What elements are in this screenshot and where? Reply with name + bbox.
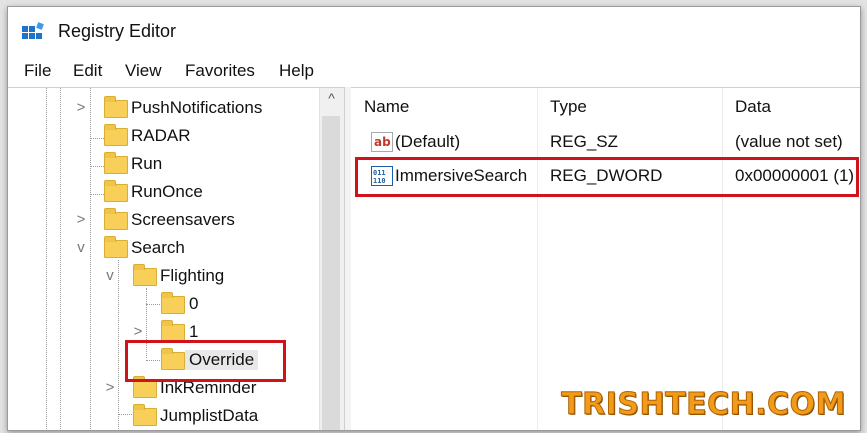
tree-item-label: 1 <box>189 322 199 341</box>
tree-item-radar[interactable]: RADAR <box>8 124 319 151</box>
column-header-name[interactable]: Name <box>351 88 537 126</box>
folder-icon <box>104 180 128 202</box>
expand-arrow-icon[interactable]: > <box>103 379 117 399</box>
folder-icon <box>133 404 157 426</box>
column-header-type-label: Type <box>550 97 587 116</box>
tree-item-runonce[interactable]: RunOnce <box>8 180 319 207</box>
tree-item-label: Run <box>131 154 163 173</box>
collapse-arrow-icon[interactable]: v <box>74 239 88 259</box>
value-row-default[interactable]: ab (Default) REG_SZ (value not set) <box>351 128 860 156</box>
folder-icon <box>104 96 128 118</box>
collapse-arrow-icon[interactable]: v <box>103 267 117 287</box>
tree-item-pushnotifications[interactable]: > PushNotifications <box>8 96 319 123</box>
value-name: (Default) <box>395 132 461 151</box>
tree-item-jumplistdata[interactable]: JumplistData <box>8 404 319 430</box>
registry-key-tree[interactable]: > PushNotifications RADAR Run RunOnce > … <box>8 87 344 430</box>
registry-editor-icon <box>22 22 44 39</box>
immersivesearch-highlight-box <box>355 157 859 197</box>
folder-icon <box>104 124 128 146</box>
column-header-name-label: Name <box>364 97 410 116</box>
tree-item-label: Search <box>131 238 185 257</box>
folder-icon <box>133 376 157 398</box>
tree-item-0[interactable]: 0 <box>8 292 319 319</box>
value-data: (value not set) <box>735 132 843 151</box>
menu-bar: File Edit View Favorites Help <box>8 59 860 87</box>
folder-icon <box>104 208 128 230</box>
trishtech-watermark: TRISHTECH.COM <box>561 387 846 423</box>
column-header-data-label: Data <box>735 97 771 116</box>
scroll-up-arrow-icon[interactable]: ^ <box>319 90 344 112</box>
menu-edit[interactable]: Edit <box>73 61 102 81</box>
svg-text:ab: ab <box>374 135 391 149</box>
registry-values-list[interactable]: Name Type Data ab (Default) REG_SZ (valu… <box>351 87 860 430</box>
window-title: Registry Editor <box>58 21 177 41</box>
tree-item-label: Screensavers <box>131 210 235 229</box>
tree-item-label: PushNotifications <box>131 98 263 117</box>
value-type: REG_SZ <box>550 132 619 151</box>
expand-arrow-icon[interactable]: > <box>74 211 88 231</box>
tree-item-label: JumplistData <box>160 406 259 425</box>
tree-item-label: RunOnce <box>131 182 203 201</box>
override-highlight-box <box>125 340 286 382</box>
menu-help[interactable]: Help <box>279 61 314 81</box>
tree-item-label: RADAR <box>131 126 191 145</box>
title-bar: Registry Editor <box>8 7 860 57</box>
column-header-data[interactable]: Data <box>722 88 860 126</box>
tree-item-label: 0 <box>189 294 199 313</box>
tree-item-screensavers[interactable]: > Screensavers <box>8 208 319 235</box>
tree-item-flighting[interactable]: v Flighting <box>8 264 319 291</box>
folder-icon <box>161 292 185 314</box>
expand-arrow-icon[interactable]: > <box>74 99 88 119</box>
menu-file[interactable]: File <box>24 61 51 81</box>
column-header-type[interactable]: Type <box>537 88 722 126</box>
string-value-icon: ab <box>371 132 393 152</box>
folder-icon <box>133 264 157 286</box>
folder-icon <box>104 152 128 174</box>
tree-item-label: Flighting <box>160 266 225 285</box>
folder-icon <box>104 236 128 258</box>
menu-view[interactable]: View <box>125 61 162 81</box>
tree-scrollbar-thumb[interactable] <box>322 116 340 430</box>
tree-item-search[interactable]: v Search <box>8 236 319 263</box>
registry-editor-window: Registry Editor File Edit View Favorites… <box>7 6 861 431</box>
menu-favorites[interactable]: Favorites <box>185 61 255 81</box>
tree-item-run[interactable]: Run <box>8 152 319 179</box>
